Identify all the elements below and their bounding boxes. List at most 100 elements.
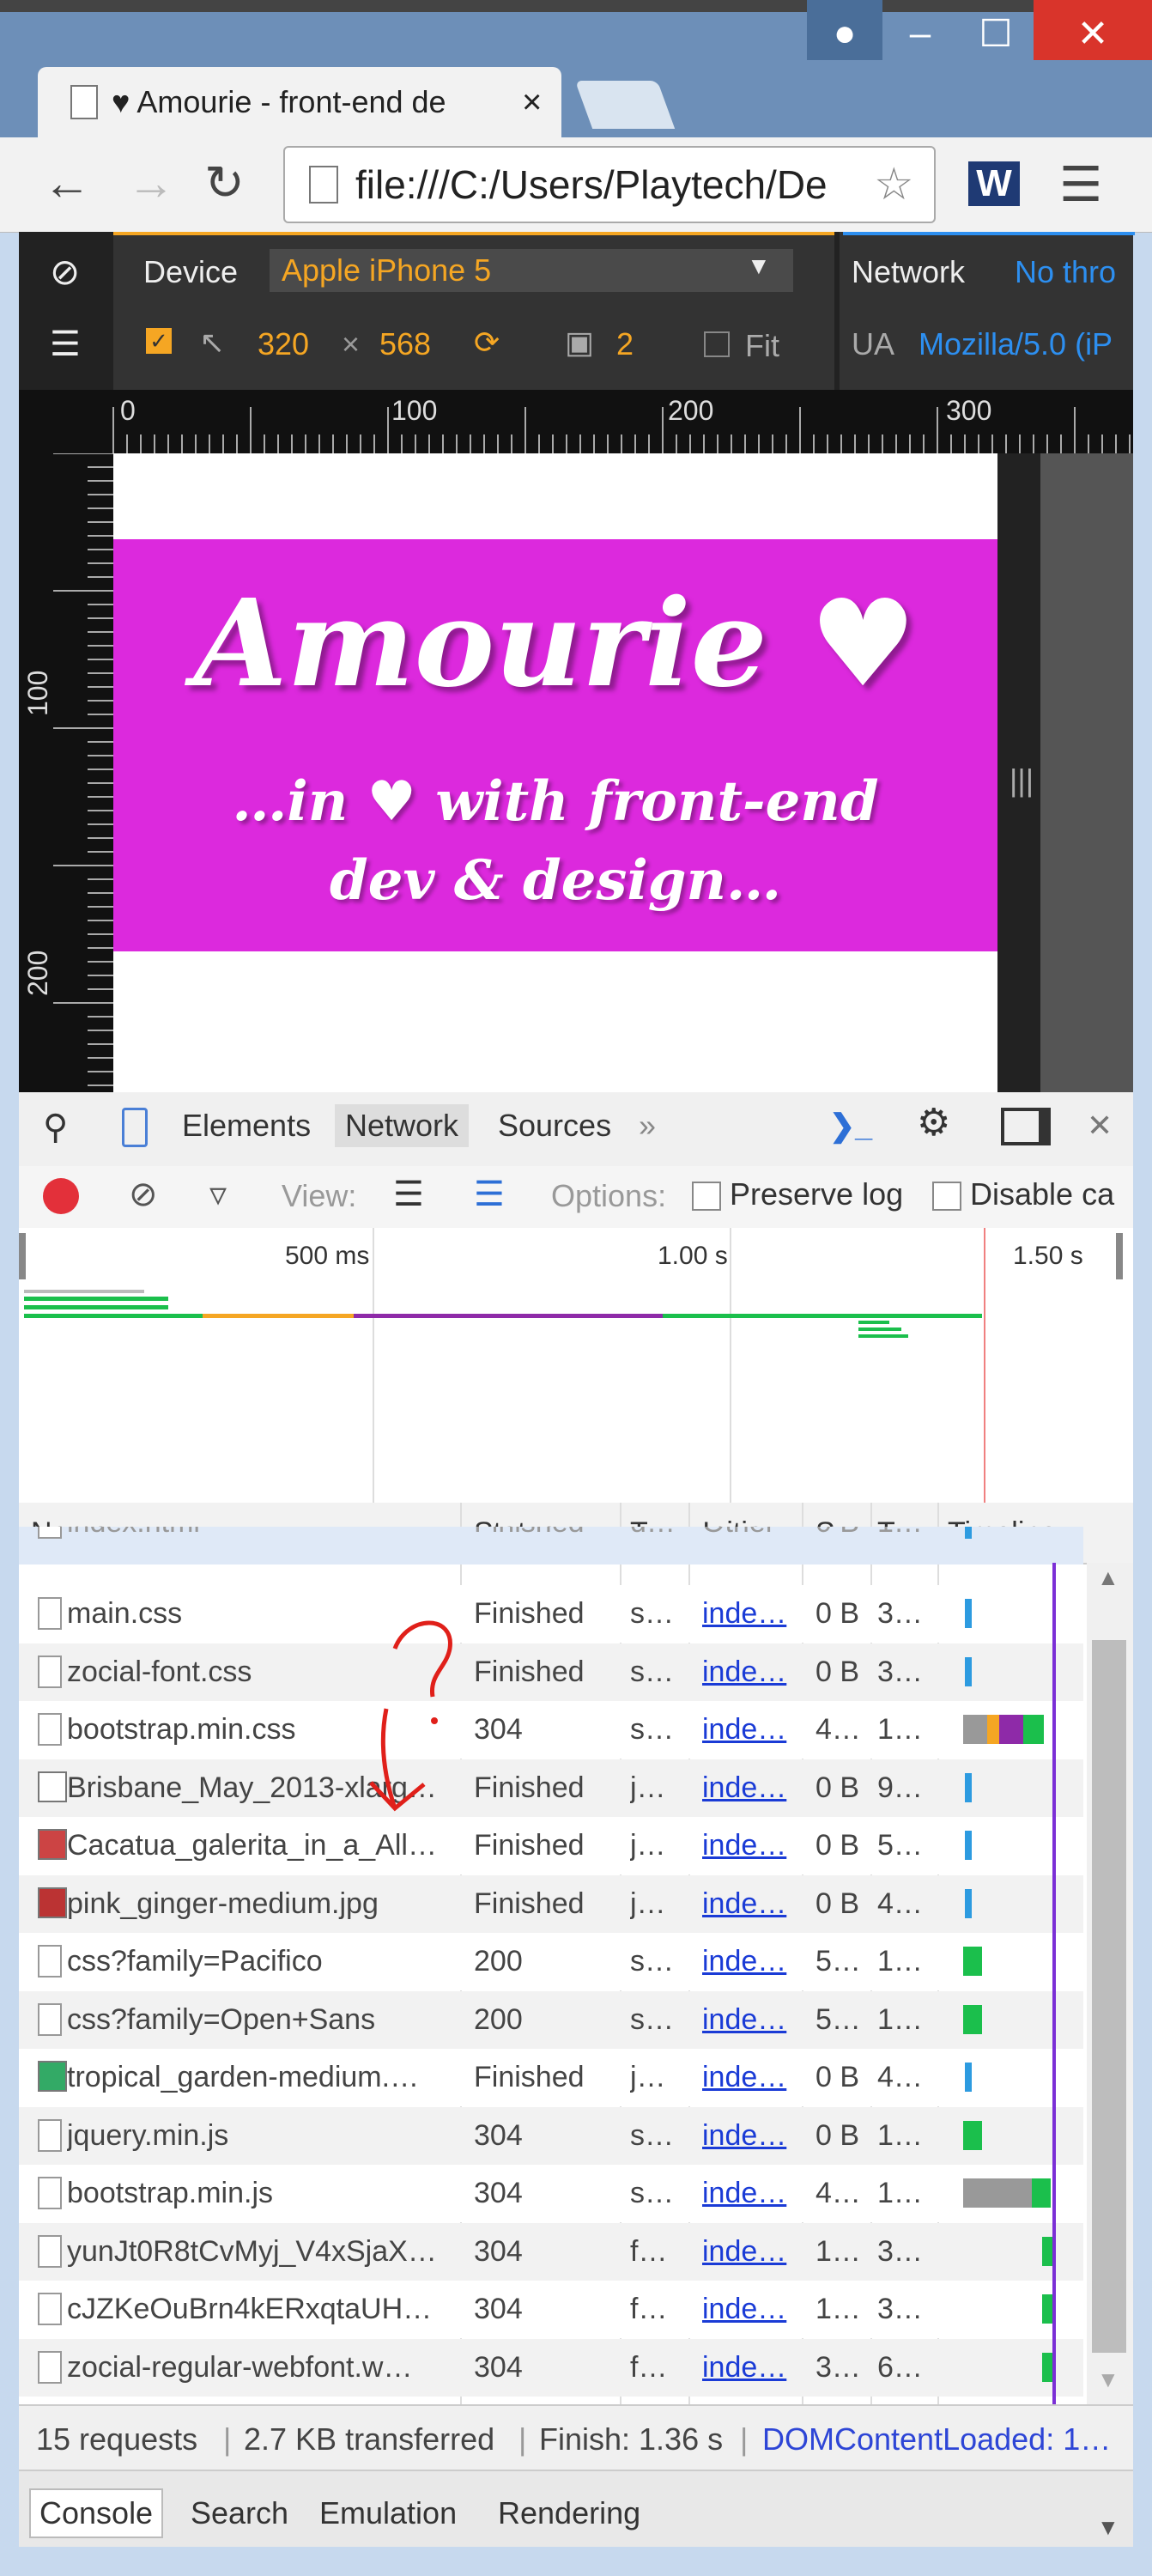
forward-icon[interactable]: → xyxy=(127,155,175,210)
clear-icon[interactable]: ⊘ xyxy=(129,1175,158,1214)
cell-initiator[interactable]: inde… xyxy=(702,2061,797,2094)
table-row[interactable]: zocial-regular-webfont.w… 304 f… inde… 3… 6… xyxy=(19,2338,1083,2397)
cell-initiator[interactable]: inde… xyxy=(702,2235,797,2269)
table-row[interactable]: css?family=Open+Sans 200 s… inde… 5… 1… xyxy=(19,1990,1083,2049)
cell-initiator[interactable]: inde… xyxy=(702,1887,797,1921)
table-row[interactable]: cJZKeOuBrn4kERxqtaUH… 304 f… inde… 1… 3… xyxy=(19,2281,1083,2338)
filter-icon[interactable]: ▿ xyxy=(209,1175,227,1214)
table-row[interactable]: yunJt0R8tCvMyj_V4xSjaX… 304 f… inde… 1… 3… xyxy=(19,2222,1083,2281)
scroll-up-icon[interactable]: ▲ xyxy=(1097,1564,1119,1591)
overview-drag-handle[interactable] xyxy=(19,1233,26,1279)
cell-initiator[interactable]: inde… xyxy=(702,1945,797,1978)
cell-initiator[interactable]: inde… xyxy=(702,2003,797,2037)
scroll-down-icon[interactable]: ▼ xyxy=(1097,2366,1119,2393)
table-row[interactable]: Brisbane_May_2013-xlarg… Finished j… inde… 0… xyxy=(19,1759,1083,1817)
network-value[interactable]: No thro xyxy=(1015,254,1116,290)
table-row[interactable]: Cacatua_galerita_in_a_All… Finished j… inde… xyxy=(19,1817,1083,1874)
address-bar[interactable]: file:///C:/Users/Playtech/De ☆ xyxy=(283,146,936,223)
reload-icon[interactable]: ↻ xyxy=(204,155,245,211)
width-field[interactable]: 320 xyxy=(258,326,309,362)
cell-name[interactable]: jquery.min.js xyxy=(67,2119,453,2153)
bookmark-star-icon[interactable]: ☆ xyxy=(874,159,914,210)
preserve-log-checkbox[interactable] xyxy=(692,1182,721,1212)
tab-sources[interactable]: Sources xyxy=(498,1108,611,1144)
fit-checkbox[interactable] xyxy=(704,331,730,357)
table-row[interactable]: main.css Finished s… inde… 0 B 3… xyxy=(19,1585,1083,1643)
table-row[interactable]: bootstrap.min.css 304 s… inde… 4… 1… xyxy=(19,1701,1083,1759)
media-queries-icon[interactable]: ☰ xyxy=(50,325,81,364)
disable-cache-toggle[interactable]: Disable ca xyxy=(932,1176,1114,1212)
cell-initiator[interactable]: inde… xyxy=(702,1829,797,1862)
cell-name[interactable]: pink_ginger-medium.jpg xyxy=(67,1887,453,1921)
cell-initiator[interactable]: Other xyxy=(702,1527,797,1540)
url-text[interactable]: file:///C:/Users/Playtech/De xyxy=(355,161,870,208)
more-tabs-icon[interactable]: » xyxy=(639,1108,656,1144)
cell-size: 4… xyxy=(815,1713,861,1746)
table-row[interactable]: css?family=Pacifico 200 s… inde… 5… 1… xyxy=(19,1933,1083,1990)
scrollbar-thumb[interactable] xyxy=(1092,1640,1126,2353)
tab-console[interactable]: Console xyxy=(29,2488,164,2538)
cell-initiator[interactable]: inde… xyxy=(702,1656,797,1689)
cell-initiator[interactable]: inde… xyxy=(702,2293,797,2326)
ua-value[interactable]: Mozilla/5.0 (iP xyxy=(919,326,1113,362)
new-tab-button[interactable] xyxy=(574,81,676,129)
extension-icon[interactable]: W xyxy=(968,161,1020,206)
dock-side-icon[interactable] xyxy=(1001,1108,1051,1145)
overview-drag-handle[interactable] xyxy=(1116,1233,1123,1279)
table-row[interactable]: jquery.min.js 304 s… inde… 0 B 1… xyxy=(19,2106,1083,2165)
drawer-scroll-icon[interactable]: ▼ xyxy=(1097,2514,1119,2541)
tab-elements[interactable]: Elements xyxy=(182,1108,311,1144)
swap-dimensions-icon[interactable]: ⟳ xyxy=(474,325,500,361)
overview-icon[interactable]: ☰ xyxy=(474,1175,505,1214)
tab-rendering[interactable]: Rendering xyxy=(498,2495,640,2531)
menu-icon[interactable]: ☰ xyxy=(1059,156,1102,213)
table-row[interactable]: bootstrap.min.js 304 s… inde… 4… 1… xyxy=(19,2165,1083,2222)
record-button[interactable] xyxy=(43,1178,79,1214)
table-row[interactable]: pink_ginger-medium.jpg Finished j… inde… 0 B… xyxy=(19,1874,1083,1933)
table-row[interactable]: index.html Finished d… Other 0 B 1… xyxy=(19,1527,1083,1564)
maximize-button[interactable]: ☐ xyxy=(958,0,1034,67)
page-info-icon[interactable] xyxy=(309,166,338,204)
console-drawer-icon[interactable]: ❯_ xyxy=(829,1108,872,1144)
tab-search[interactable]: Search xyxy=(191,2495,288,2531)
cell-initiator[interactable]: inde… xyxy=(702,1713,797,1747)
tab-emulation[interactable]: Emulation xyxy=(319,2495,457,2531)
device-pixel-ratio-field[interactable]: 2 xyxy=(616,326,634,362)
back-icon[interactable]: ← xyxy=(43,155,91,210)
gear-icon[interactable]: ⚙ xyxy=(917,1101,950,1145)
cell-name[interactable]: tropical_garden-medium.… xyxy=(67,2061,453,2094)
cell-name[interactable]: yunJt0R8tCvMyj_V4xSjaX… xyxy=(67,2235,453,2269)
table-row[interactable]: zocial-font.css Finished s… inde… 0 B 3… xyxy=(19,1643,1083,1701)
close-window-button[interactable]: ✕ xyxy=(1034,0,1152,67)
cell-status: 304 xyxy=(474,2350,523,2384)
minimize-button[interactable]: – xyxy=(882,0,958,67)
cell-initiator[interactable]: inde… xyxy=(702,1771,797,1805)
table-row[interactable]: tropical_garden-medium.… Finished j… inde… 0… xyxy=(19,2049,1083,2106)
cell-initiator[interactable]: inde… xyxy=(702,2119,797,2153)
cell-initiator[interactable]: inde… xyxy=(702,1597,797,1631)
user-icon[interactable]: ● xyxy=(807,0,882,67)
cell-name[interactable]: css?family=Pacifico xyxy=(67,1945,453,1978)
tab-network[interactable]: Network xyxy=(335,1104,470,1147)
cell-name[interactable]: cJZKeOuBrn4kERxqtaUH… xyxy=(67,2293,453,2326)
resize-checkbox[interactable]: ✓ xyxy=(146,328,172,354)
device-mode-icon[interactable] xyxy=(122,1108,148,1147)
cell-initiator[interactable]: inde… xyxy=(702,2177,797,2210)
cell-name[interactable]: css?family=Open+Sans xyxy=(67,2003,453,2037)
disable-cache-checkbox[interactable] xyxy=(932,1182,961,1212)
inspect-search-icon[interactable]: ⚲ xyxy=(43,1108,68,1147)
browser-tab[interactable]: ♥ Amourie - front-end de × xyxy=(38,67,561,137)
viewport-resize-handle[interactable]: ||| xyxy=(997,453,1040,1092)
device-select[interactable]: Apple iPhone 5 ▼ xyxy=(270,249,793,292)
cell-name[interactable]: index.html xyxy=(67,1527,453,1540)
cell-name[interactable]: Cacatua_galerita_in_a_All… xyxy=(67,1829,453,1862)
height-field[interactable]: 568 xyxy=(379,326,431,362)
close-devtools-icon[interactable]: ✕ xyxy=(1087,1108,1113,1144)
close-tab-icon[interactable]: × xyxy=(522,83,542,122)
cell-name[interactable]: zocial-regular-webfont.w… xyxy=(67,2351,453,2385)
no-emulation-icon[interactable]: ⊘ xyxy=(50,251,80,293)
cell-name[interactable]: bootstrap.min.js xyxy=(67,2177,453,2210)
cell-initiator[interactable]: inde… xyxy=(702,2351,797,2385)
preserve-log-toggle[interactable]: Preserve log xyxy=(692,1176,903,1212)
large-rows-icon[interactable]: ☰ xyxy=(393,1175,424,1214)
